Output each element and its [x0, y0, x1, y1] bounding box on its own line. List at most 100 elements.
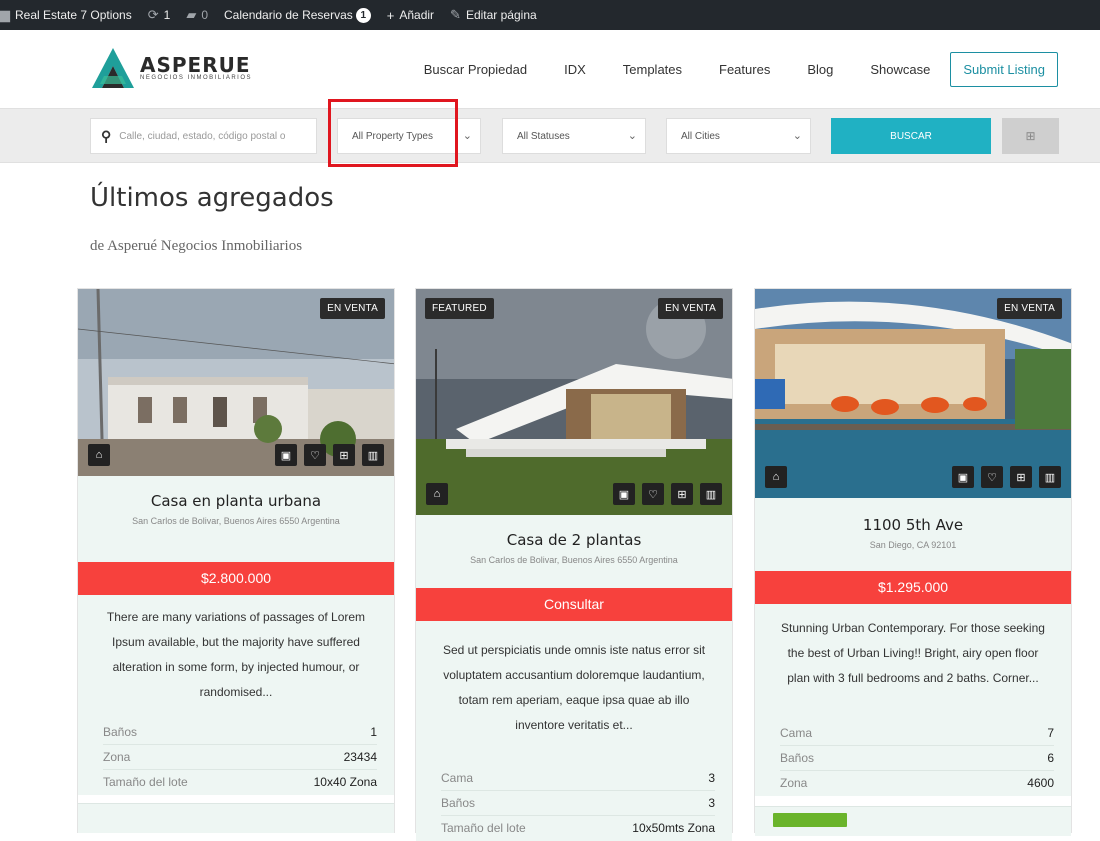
status-badge: EN VENTA — [658, 298, 723, 319]
search-button[interactable]: BUSCAR — [831, 118, 991, 154]
home-icon[interactable]: ⌂ — [426, 483, 448, 505]
admin-add-label: Añadir — [399, 8, 435, 22]
listing-card[interactable]: EN VENTA ⌂ ▣ ♡ ⊞ ▥ 1100 5th Ave San Dieg… — [754, 288, 1072, 836]
statuses-value: All Statuses — [517, 130, 570, 142]
listing-description: Sed ut perspiciatis unde omnis iste natu… — [416, 621, 732, 756]
listing-card[interactable]: FEATURED EN VENTA ⌂ ▣ ♡ ⊞ ▥ Casa de 2 pl… — [415, 288, 733, 841]
admin-calendar-label: Calendario de Reservas — [224, 8, 353, 22]
meta-key: Baños — [103, 725, 138, 739]
listing-info: 1100 5th Ave San Diego, CA 92101 — [755, 498, 1071, 571]
admin-add-link[interactable]: + Añadir — [379, 0, 442, 30]
listing-title[interactable]: Casa de 2 plantas — [416, 531, 732, 549]
nav-idx[interactable]: IDX — [564, 62, 586, 77]
meta-key: Tamaño del lote — [441, 821, 526, 835]
listing-actions: ▣ ♡ ⊞ ▥ — [945, 466, 1061, 488]
compare-icon[interactable]: ⊞ — [333, 444, 355, 466]
meta-row: Zona 4600 — [780, 771, 1054, 796]
meta-row: Tamaño del lote 10x40 Zona — [103, 770, 377, 795]
nav-buscar-propiedad[interactable]: Buscar Propiedad — [424, 62, 527, 77]
listing-image[interactable]: EN VENTA ⌂ ▣ ♡ ⊞ ▥ — [78, 289, 394, 476]
listing-meta: Cama 7 Baños 6 Zona 4600 — [755, 710, 1071, 796]
meta-row: Baños 6 — [780, 746, 1054, 771]
heart-icon[interactable]: ♡ — [304, 444, 326, 466]
chart-icon[interactable]: ▥ — [362, 444, 384, 466]
compare-icon[interactable]: ⊞ — [1010, 466, 1032, 488]
listing-image[interactable]: FEATURED EN VENTA ⌂ ▣ ♡ ⊞ ▥ — [416, 289, 732, 515]
meta-row: Tamaño del lote 10x50mts Zona — [441, 816, 715, 841]
house-photo — [416, 289, 732, 515]
nav-templates[interactable]: Templates — [623, 62, 682, 77]
advanced-search-button[interactable]: ⊞ — [1002, 118, 1059, 154]
main-nav: Buscar Propiedad IDX Templates Features … — [387, 52, 1058, 87]
search-placeholder: Calle, ciudad, estado, código postal o — [119, 130, 286, 142]
listing-description: Stunning Urban Contemporary. For those s… — [755, 604, 1071, 710]
chart-icon[interactable]: ▥ — [1039, 466, 1061, 488]
meta-row: Zona 23434 — [103, 745, 377, 770]
meta-key: Zona — [103, 750, 131, 764]
nav-blog[interactable]: Blog — [807, 62, 833, 77]
admin-edit-link[interactable]: ✎ Editar página — [442, 0, 545, 30]
listing-address: San Carlos de Bolivar, Buenos Aires 6550… — [132, 516, 340, 526]
meta-key: Cama — [780, 726, 813, 740]
section-title: Últimos agregados — [90, 183, 334, 213]
plus-icon: + — [386, 7, 395, 23]
section-subtitle: de Asperué Negocios Inmobiliarios — [90, 238, 303, 254]
listing-footer — [78, 803, 394, 833]
listing-info: Casa de 2 plantas San Carlos de Bolivar,… — [416, 515, 732, 588]
logo-name: ASPERUE — [140, 53, 251, 77]
listing-title[interactable]: Casa en planta urbana — [78, 492, 394, 510]
home-icon[interactable]: ⌂ — [88, 444, 110, 466]
meta-row: Baños 3 — [441, 791, 715, 816]
admin-calendar-link[interactable]: Calendario de Reservas 1 — [216, 0, 379, 30]
image-icon[interactable]: ▣ — [275, 444, 297, 466]
featured-badge: FEATURED — [425, 298, 494, 319]
logo-mark-icon — [92, 48, 134, 88]
admin-comments-link[interactable]: ▰ 0 — [178, 0, 216, 30]
grid-icon: ⊞ — [1025, 129, 1036, 143]
listing-price: $2.800.000 — [78, 562, 394, 595]
meta-key: Cama — [441, 771, 474, 785]
meta-row: Cama 3 — [441, 766, 715, 791]
listing-meta: Baños 1 Zona 23434 Tamaño del lote 10x40 Zo… — [78, 713, 394, 795]
meta-key: Tamaño del lote — [103, 775, 188, 789]
compare-icon[interactable]: ⊞ — [671, 483, 693, 505]
comment-icon: ▰ — [186, 7, 197, 22]
meta-value: 3 — [708, 771, 715, 785]
meta-row: Baños 1 — [103, 720, 377, 745]
image-icon[interactable]: ▣ — [613, 483, 635, 505]
home-icon[interactable]: ⌂ — [765, 466, 787, 488]
listing-actions: ▣ ♡ ⊞ ▥ — [268, 444, 384, 466]
submit-listing-button[interactable]: Submit Listing — [950, 52, 1058, 87]
heart-icon[interactable]: ♡ — [642, 483, 664, 505]
meta-value: 3 — [708, 796, 715, 810]
meta-value: 23434 — [343, 750, 377, 764]
listing-card[interactable]: EN VENTA ⌂ ▣ ♡ ⊞ ▥ Casa en planta urbana… — [77, 288, 395, 833]
admin-updates-count: 1 — [163, 8, 171, 22]
image-icon[interactable]: ▣ — [952, 466, 974, 488]
chart-icon[interactable]: ▥ — [700, 483, 722, 505]
admin-site-link[interactable]: ▆ Real Estate 7 Options — [0, 0, 140, 30]
highlight-box — [328, 99, 458, 167]
pencil-icon: ✎ — [450, 7, 461, 22]
search-input[interactable]: ⚲ Calle, ciudad, estado, código postal o — [90, 118, 317, 154]
heart-icon[interactable]: ♡ — [981, 466, 1003, 488]
status-badge: EN VENTA — [320, 298, 385, 319]
status-badge: EN VENTA — [997, 298, 1062, 319]
meta-value: 6 — [1047, 751, 1054, 765]
cities-select[interactable]: All Cities ⌄ — [666, 118, 811, 154]
nav-showcase[interactable]: Showcase — [870, 62, 930, 77]
folder-icon: ▆ — [0, 7, 10, 22]
listing-image[interactable]: EN VENTA ⌂ ▣ ♡ ⊞ ▥ — [755, 289, 1071, 498]
site-logo[interactable]: ASPERUE Negocios Inmobiliarios — [90, 46, 252, 90]
site-header: ASPERUE Negocios Inmobiliarios Buscar Pr… — [0, 30, 1100, 108]
listing-description: There are many variations of passages of… — [78, 595, 394, 713]
statuses-select[interactable]: All Statuses ⌄ — [502, 118, 646, 154]
chevron-down-icon: ⌄ — [627, 130, 637, 142]
nav-features[interactable]: Features — [719, 62, 770, 77]
listing-title[interactable]: 1100 5th Ave — [755, 516, 1071, 534]
admin-updates-link[interactable]: ⟳ 1 — [140, 0, 179, 30]
logo-subtitle: Negocios Inmobiliarios — [140, 75, 253, 81]
admin-site-label: Real Estate 7 Options — [15, 8, 132, 22]
admin-edit-label: Editar página — [465, 8, 537, 22]
meta-value: 10x40 Zona — [313, 775, 377, 789]
